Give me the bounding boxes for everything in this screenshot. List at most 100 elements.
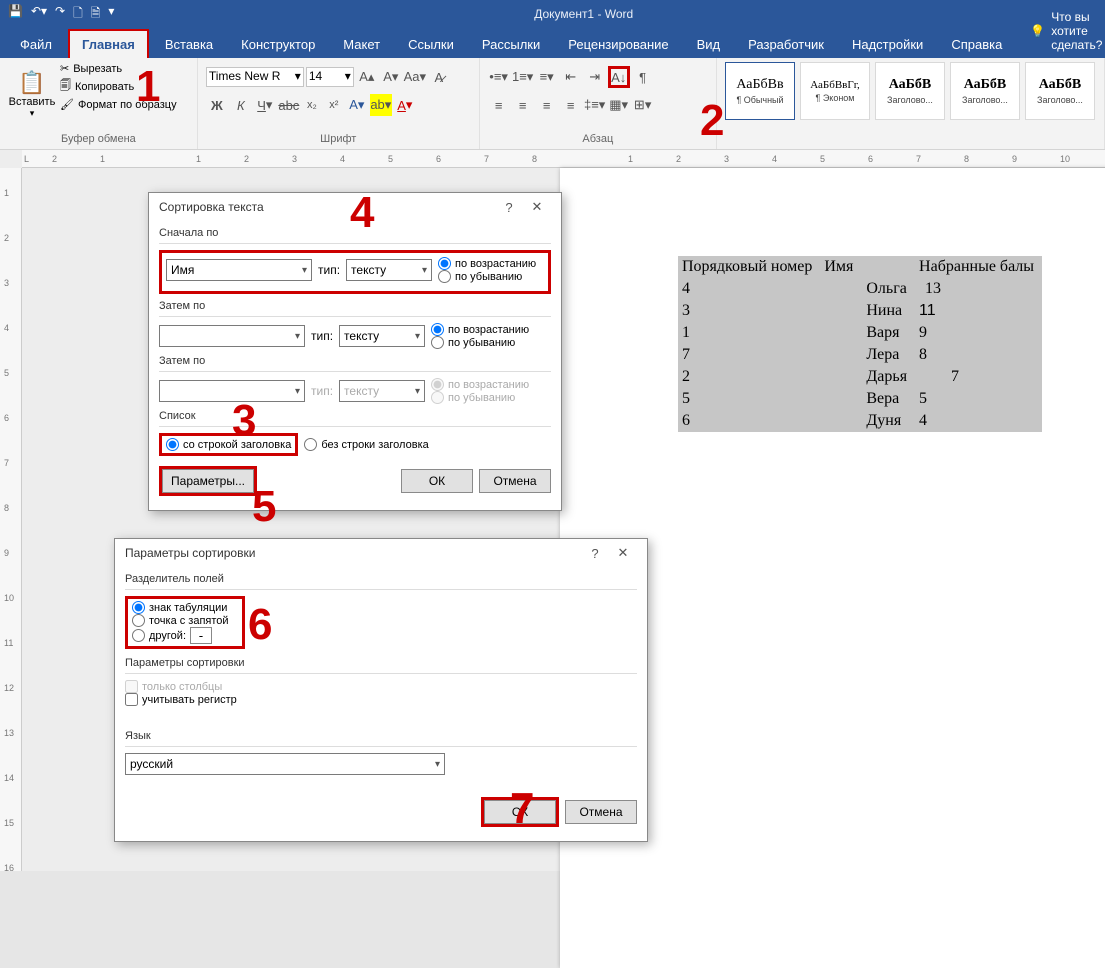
options-ok-button[interactable]: ОК xyxy=(484,800,556,824)
with-header-radio[interactable]: со строкой заголовка xyxy=(166,438,291,451)
sort-params-button[interactable]: Параметры... xyxy=(162,469,254,493)
dialog-titlebar[interactable]: Сортировка текста ? ✕ xyxy=(149,193,561,221)
paste-button[interactable]: 📋 Вставить ▾ xyxy=(8,62,56,126)
table-cell[interactable]: Дарья xyxy=(820,366,915,388)
undo-icon[interactable]: ↶▾ xyxy=(31,4,47,25)
help-button[interactable]: ? xyxy=(495,200,523,215)
tab-addins[interactable]: Надстройки xyxy=(840,31,935,58)
style-normal[interactable]: АаБбВв¶ Обычный xyxy=(725,62,795,120)
sort-cancel-button[interactable]: Отмена xyxy=(479,469,551,493)
sep-tab-radio[interactable]: знак табуляции xyxy=(132,601,238,614)
sort-type-select[interactable]: тексту▾ xyxy=(346,259,432,281)
copy-button[interactable]: 🗐Копировать xyxy=(60,77,177,96)
font-color-button[interactable]: A▾ xyxy=(394,94,416,116)
sort-type2-select[interactable]: тексту▾ xyxy=(339,325,425,347)
sort-asc2-radio[interactable]: по возрастанию xyxy=(431,323,529,336)
justify-button[interactable]: ≡ xyxy=(560,94,582,116)
table-cell[interactable]: Нина xyxy=(820,300,915,322)
table-cell[interactable]: Ольга xyxy=(820,278,915,300)
redo-icon[interactable]: ↷ xyxy=(55,4,65,25)
table-cell[interactable]: 8 xyxy=(915,344,1042,366)
decrease-indent-button[interactable]: ⇤ xyxy=(560,66,582,88)
subscript-button[interactable]: x₂ xyxy=(302,95,322,115)
horizontal-ruler[interactable]: L21123456781234567891011 xyxy=(22,150,1105,168)
tab-insert[interactable]: Вставка xyxy=(153,31,225,58)
bold-button[interactable]: Ж xyxy=(206,94,228,116)
font-name-select[interactable]: Times New R▾ xyxy=(206,67,304,87)
close-button[interactable]: ✕ xyxy=(523,199,551,215)
page-content[interactable]: Порядковый номер Имя Набранные балы 4Оль… xyxy=(678,256,1080,432)
tab-file[interactable]: Файл xyxy=(8,31,64,58)
sort-field-select[interactable]: Имя▾ xyxy=(166,259,312,281)
tab-mailings[interactable]: Рассылки xyxy=(470,31,552,58)
highlight-button[interactable]: ab▾ xyxy=(370,94,392,116)
tab-view[interactable]: Вид xyxy=(685,31,733,58)
sep-other-input[interactable] xyxy=(190,627,212,644)
table-cell[interactable]: 6 xyxy=(678,410,820,432)
qat-customize-icon[interactable]: ▾ xyxy=(108,4,114,25)
close-button[interactable]: ✕ xyxy=(609,545,637,561)
style-item[interactable]: АаБбВЗаголово... xyxy=(1025,62,1095,120)
increase-indent-button[interactable]: ⇥ xyxy=(584,66,606,88)
style-item[interactable]: АаБбВЗаголово... xyxy=(950,62,1020,120)
shrink-font-button[interactable]: A▾ xyxy=(380,66,402,88)
table-cell[interactable]: 1 xyxy=(678,322,820,344)
language-select[interactable]: русский▾ xyxy=(125,753,445,775)
case-sensitive-checkbox[interactable]: учитывать регистр xyxy=(125,693,637,706)
qat-icon[interactable]: 🗋 xyxy=(73,4,83,25)
help-button[interactable]: ? xyxy=(581,546,609,561)
sort-asc-radio[interactable]: по возрастанию xyxy=(438,257,536,270)
table-cell[interactable]: 7 xyxy=(678,344,820,366)
table-cell[interactable]: 13 xyxy=(915,278,1042,300)
multilevel-button[interactable]: ≡▾ xyxy=(536,66,558,88)
table-header[interactable]: Порядковый номер xyxy=(678,256,820,278)
underline-button[interactable]: Ч▾ xyxy=(254,94,276,116)
superscript-button[interactable]: x² xyxy=(324,95,344,115)
table-cell[interactable]: 4 xyxy=(915,410,1042,432)
show-marks-button[interactable]: ¶ xyxy=(632,66,654,88)
save-icon[interactable]: 💾 xyxy=(8,4,23,25)
align-center-button[interactable]: ≡ xyxy=(512,94,534,116)
tab-help[interactable]: Справка xyxy=(939,31,1014,58)
table-header[interactable]: Имя xyxy=(820,256,915,278)
style-item[interactable]: АаБбВЗаголово... xyxy=(875,62,945,120)
sep-semicolon-radio[interactable]: точка с запятой xyxy=(132,614,238,627)
italic-button[interactable]: К xyxy=(230,94,252,116)
qat-icon[interactable]: 🗎 xyxy=(91,4,101,25)
grow-font-button[interactable]: A▴ xyxy=(356,66,378,88)
line-spacing-button[interactable]: ‡≡▾ xyxy=(584,94,606,116)
options-cancel-button[interactable]: Отмена xyxy=(565,800,637,824)
table-cell[interactable]: 4 xyxy=(678,278,820,300)
no-header-radio[interactable]: без строки заголовка xyxy=(304,438,428,451)
tab-references[interactable]: Ссылки xyxy=(396,31,466,58)
tab-layout[interactable]: Макет xyxy=(331,31,392,58)
sort-ok-button[interactable]: ОК xyxy=(401,469,473,493)
table-cell[interactable]: 2 xyxy=(678,366,820,388)
change-case-button[interactable]: Aa▾ xyxy=(404,66,426,88)
tab-home[interactable]: Главная xyxy=(68,29,149,58)
align-left-button[interactable]: ≡ xyxy=(488,94,510,116)
sort-desc-radio[interactable]: по убыванию xyxy=(438,270,536,283)
table-cell[interactable]: 5 xyxy=(678,388,820,410)
dialog-titlebar[interactable]: Параметры сортировки ? ✕ xyxy=(115,539,647,567)
format-painter-button[interactable]: 🖌Формат по образцу xyxy=(60,98,177,111)
style-item[interactable]: АаБбВвГг,¶ Эконом xyxy=(800,62,870,120)
table-cell[interactable]: 7 xyxy=(915,366,1042,388)
table-cell[interactable]: 3 xyxy=(678,300,820,322)
tab-design[interactable]: Конструктор xyxy=(229,31,327,58)
font-size-select[interactable]: 14▾ xyxy=(306,67,354,87)
table-header[interactable]: Набранные балы xyxy=(915,256,1042,278)
vertical-ruler[interactable]: 12345678910111213141516 xyxy=(0,168,22,871)
table-cell[interactable]: Лера xyxy=(820,344,915,366)
table-cell[interactable]: Варя xyxy=(820,322,915,344)
bullets-button[interactable]: •≡▾ xyxy=(488,66,510,88)
sort-field2-select[interactable]: ▾ xyxy=(159,325,305,347)
table-cell[interactable]: 5 xyxy=(915,388,1042,410)
table-cell[interactable]: Вера xyxy=(820,388,915,410)
sort-button[interactable]: A↓ xyxy=(608,66,630,88)
tab-developer[interactable]: Разработчик xyxy=(736,31,836,58)
sep-other-radio[interactable]: другой: xyxy=(132,627,238,644)
clear-formatting-button[interactable]: A̷ xyxy=(428,66,450,88)
tab-review[interactable]: Рецензирование xyxy=(556,31,680,58)
strikethrough-button[interactable]: abc xyxy=(278,94,300,116)
